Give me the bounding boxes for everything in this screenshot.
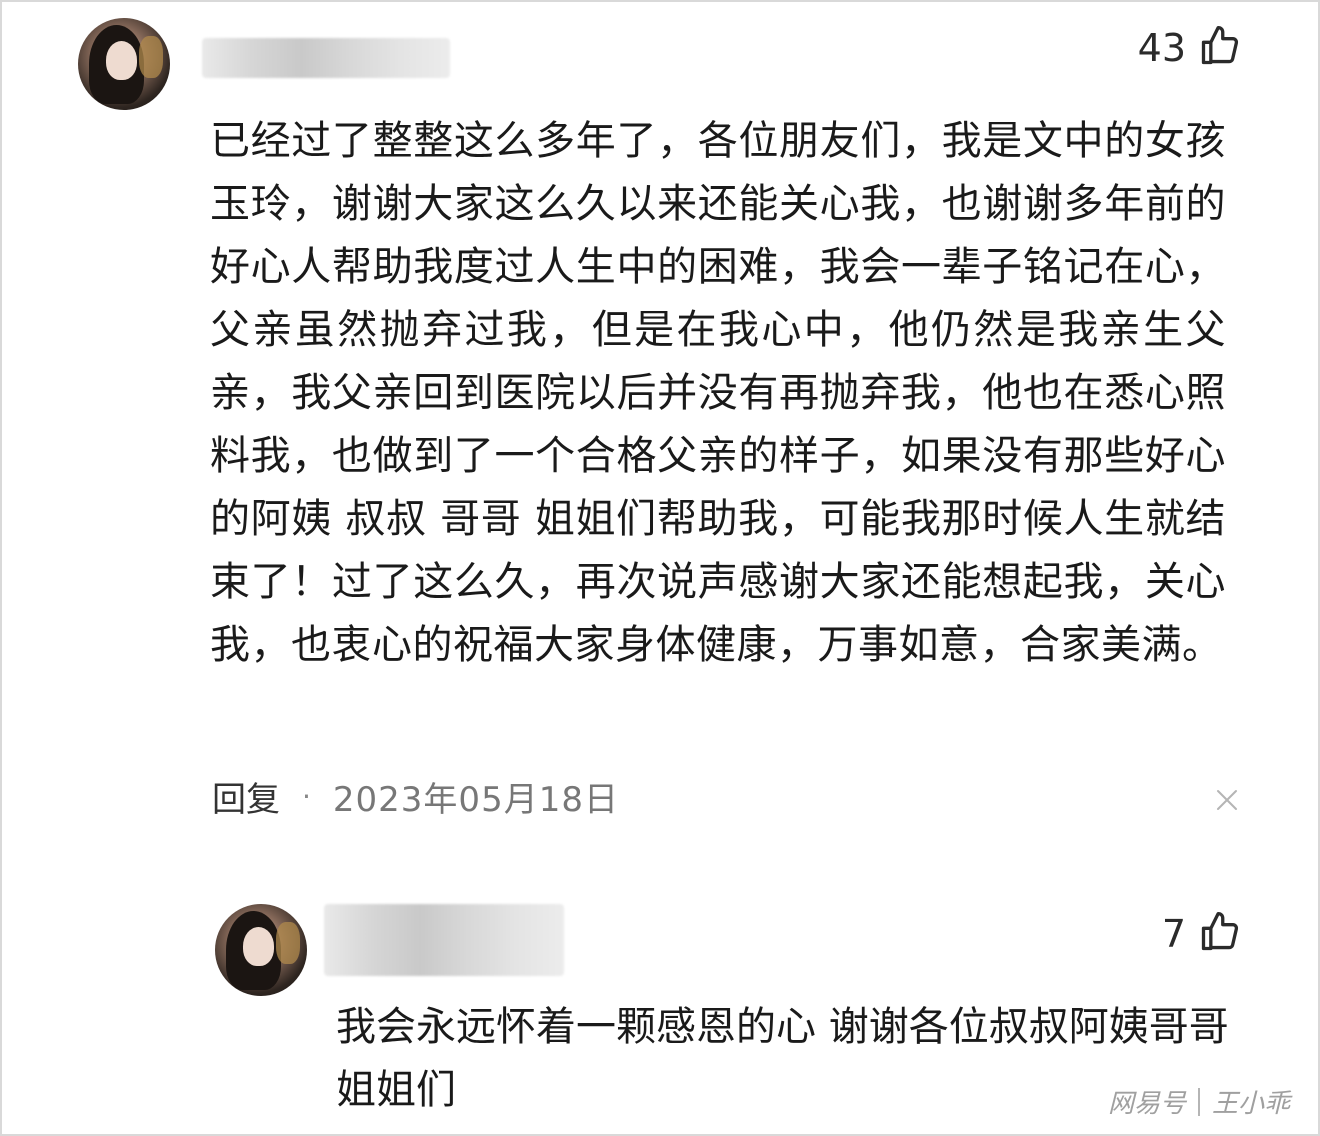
username-blurred[interactable] xyxy=(202,38,450,78)
reply-like-button[interactable]: 7 xyxy=(1162,910,1242,958)
comment-text: 已经过了整整这么多年了，各位朋友们，我是文中的女孩玉玲，谢谢大家这么久以来还能关… xyxy=(210,118,1226,668)
watermark: 网易号 王小乖 xyxy=(1108,1083,1290,1120)
meta-separator: · xyxy=(302,780,311,813)
thumbs-up-icon xyxy=(1198,24,1242,72)
like-count: 43 xyxy=(1137,26,1186,70)
watermark-author: 王小乖 xyxy=(1211,1089,1290,1119)
reply-text: 我会永远怀着一颗感恩的心 谢谢各位叔叔阿姨哥哥姐姐们 xyxy=(336,1004,1229,1113)
thumbs-up-icon xyxy=(1198,910,1242,958)
watermark-divider xyxy=(1197,1087,1200,1116)
close-icon[interactable] xyxy=(1214,787,1240,813)
watermark-source: 网易号 xyxy=(1107,1089,1186,1119)
reply-like-count: 7 xyxy=(1161,912,1186,956)
reply-avatar[interactable] xyxy=(215,904,307,996)
comment-meta: 回复 · 2023年05月18日 xyxy=(212,772,619,821)
comment-date: 2023年05月18日 xyxy=(332,780,619,820)
avatar[interactable] xyxy=(78,18,170,110)
reply-username-blurred[interactable] xyxy=(324,904,564,976)
reply-button[interactable]: 回复 xyxy=(212,772,280,821)
comment-thread: 43 已经过了整整这么多年了，各位朋友们，我是文中的女孩玉玲，谢谢大家这么久以来… xyxy=(0,0,1320,1136)
like-button[interactable]: 43 xyxy=(1138,24,1242,72)
